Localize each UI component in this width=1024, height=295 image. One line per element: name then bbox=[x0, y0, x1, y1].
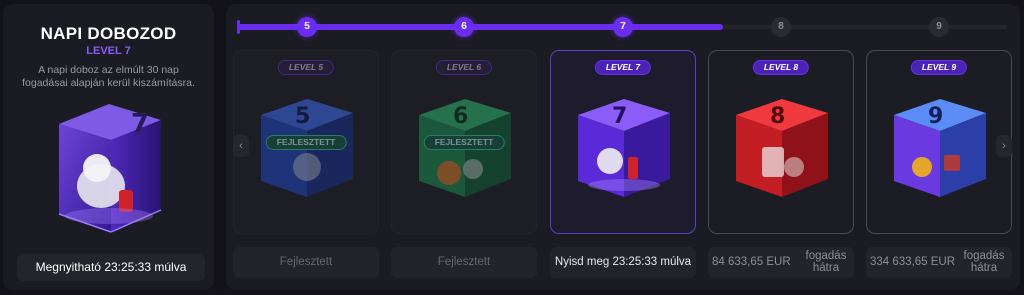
level-7-cube-image: 7 bbox=[578, 99, 670, 197]
level-5-status: Fejlesztett bbox=[233, 247, 379, 278]
cube-number: 7 bbox=[131, 109, 149, 139]
level-9-wager-remaining: 334 633,65 EUR fogadás hátra bbox=[866, 247, 1012, 278]
panel-description: A napi doboz az elmúlt 30 nap fogadásai … bbox=[22, 64, 195, 89]
progress-node-8: 8 bbox=[771, 17, 791, 37]
level-8-cube-image: 8 bbox=[736, 99, 828, 197]
level-card-5[interactable]: LEVEL 5 5 FEJLESZTETT bbox=[233, 50, 379, 234]
wager-label: fogadás hátra bbox=[963, 250, 1005, 274]
chevron-left-icon[interactable]: ‹ bbox=[233, 135, 249, 157]
level-8-wager-remaining: 84 633,65 EUR fogadás hátra bbox=[708, 247, 854, 278]
level-pill: LEVEL 6 bbox=[435, 60, 493, 75]
progress-node-9: 9 bbox=[929, 17, 949, 37]
cube-number: 5 bbox=[295, 104, 310, 129]
cube-number: 9 bbox=[928, 104, 943, 129]
level-card-8[interactable]: LEVEL 8 8 bbox=[708, 50, 854, 234]
wager-amount: 84 633,65 EUR bbox=[712, 256, 791, 268]
current-level: LEVEL 7 bbox=[86, 45, 131, 57]
progress-node-5: 5 bbox=[297, 17, 317, 37]
progress-node-6: 6 bbox=[454, 17, 474, 37]
levels-carousel: 5 6 7 8 9 LEVEL 5 5 FEJLESZTETT LEVEL 6 … bbox=[226, 4, 1020, 290]
wager-label: fogadás hátra bbox=[805, 250, 847, 274]
level-card-6[interactable]: LEVEL 6 6 FEJLESZTETT bbox=[391, 50, 537, 234]
daily-box-panel: NAPI DOBOZOD LEVEL 7 A napi doboz az elm… bbox=[3, 4, 214, 290]
cube-number: 8 bbox=[770, 104, 785, 129]
open-timer-button[interactable]: Megnyitható 23:25:33 múlva bbox=[17, 254, 205, 281]
level-7-open-timer[interactable]: Nyisd meg 23:25:33 múlva bbox=[550, 247, 696, 278]
daily-box-cube-image: 7 bbox=[58, 104, 162, 233]
progress-start-cap bbox=[237, 20, 240, 34]
chevron-right-icon[interactable]: › bbox=[996, 135, 1012, 157]
cube-number: 7 bbox=[612, 104, 627, 129]
level-pill: LEVEL 9 bbox=[910, 60, 968, 75]
level-pill: LEVEL 7 bbox=[594, 60, 652, 75]
level-card-7[interactable]: LEVEL 7 7 bbox=[550, 50, 696, 234]
wager-amount: 334 633,65 EUR bbox=[870, 256, 956, 268]
upgraded-badge: FEJLESZTETT bbox=[423, 135, 505, 150]
level-pill: LEVEL 8 bbox=[752, 60, 810, 75]
upgraded-badge: FEJLESZTETT bbox=[265, 135, 347, 150]
panel-title: NAPI DOBOZOD bbox=[40, 24, 177, 43]
level-6-status: Fejlesztett bbox=[391, 247, 537, 278]
level-pill: LEVEL 5 bbox=[277, 60, 335, 75]
progress-node-7: 7 bbox=[613, 17, 633, 37]
level-9-cube-image: 9 bbox=[894, 99, 986, 197]
level-card-9[interactable]: LEVEL 9 9 bbox=[866, 50, 1012, 234]
cube-number: 6 bbox=[453, 104, 468, 129]
